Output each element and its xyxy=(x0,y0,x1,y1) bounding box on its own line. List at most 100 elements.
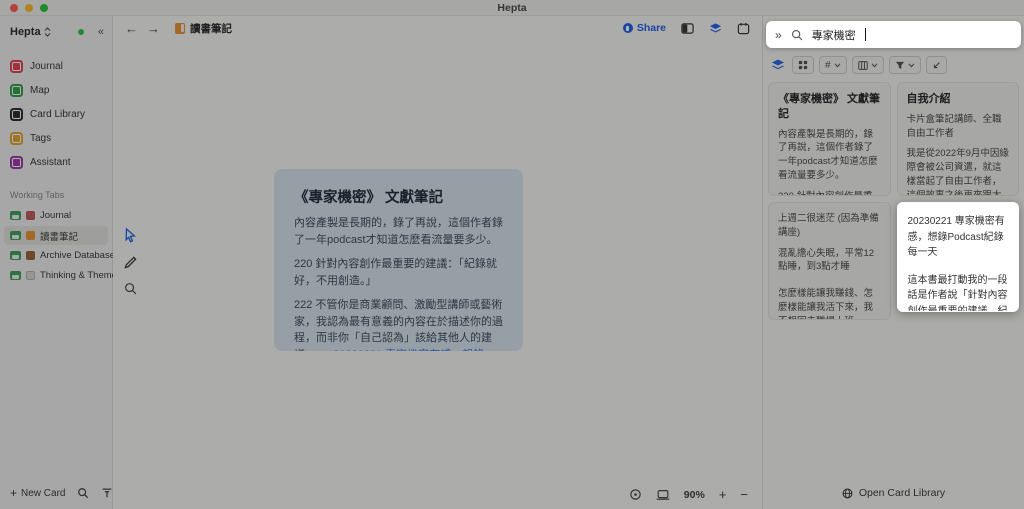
open-card-library-button[interactable]: Open Card Library xyxy=(763,479,1024,509)
note-card-text: 222 不管你是商業顧問、激勵型講師或藝術家，我認為最有意義的內容在於描述你的過… xyxy=(294,299,503,351)
zoom-level[interactable]: 90% xyxy=(684,489,705,501)
open-card-library-label: Open Card Library xyxy=(859,487,945,499)
working-tab-thinking-theme[interactable]: Thinking & Theme xyxy=(4,266,108,285)
locate-target-button[interactable] xyxy=(629,488,642,501)
text-caret xyxy=(865,28,867,41)
canvas-area[interactable]: ← → 讀書筆記 Share xyxy=(113,16,762,509)
share-icon xyxy=(623,23,633,33)
tab-window-icon xyxy=(10,231,21,240)
search-canvas-tool[interactable] xyxy=(124,282,137,295)
pen-tool[interactable] xyxy=(124,256,137,269)
card-search-panel: » 專家機密 # xyxy=(762,16,1024,509)
forward-button[interactable]: → xyxy=(147,21,160,36)
result-card-self-intro[interactable]: 自我介紹 卡片盒筆記講師、全職自由工作者 我是從2022年9月中因緣際會被公司資… xyxy=(897,82,1020,196)
canvas-statusbar: 90% + − xyxy=(629,487,748,502)
current-tab[interactable]: 讀書筆記 xyxy=(175,21,232,36)
note-card-paragraph: 220 針對內容創作最重要的建議：「紀錄就好，不用創造。」 xyxy=(294,256,503,289)
sidebar-item-card-library[interactable]: Card Library xyxy=(6,102,106,126)
sidebar-item-tags[interactable]: Tags xyxy=(6,126,106,150)
sidebar-item-label: Card Library xyxy=(30,109,85,120)
chevron-down-icon xyxy=(834,63,841,68)
hepta-app-window: Hepta Hepta « Journal Map xyxy=(0,0,1024,509)
result-card-literature-notes[interactable]: 《專家機密》 文獻筆記 內容產製是長期的，錄了再說，這個作者錄了一年podcas… xyxy=(768,82,891,196)
result-card-text: 混亂擔心失眠，平常12點睡，到3點才睡 xyxy=(778,247,881,275)
search-cards-button[interactable] xyxy=(77,487,89,499)
tag-filter-button[interactable]: # xyxy=(819,56,847,74)
collapse-sidebar-button[interactable]: « xyxy=(98,26,104,38)
sidebar-item-assistant[interactable]: Assistant xyxy=(6,150,106,174)
share-label: Share xyxy=(637,22,666,34)
assistant-icon xyxy=(10,156,23,169)
columns-filter-button[interactable] xyxy=(852,56,884,74)
sidebar-item-label: Map xyxy=(30,85,49,96)
tags-icon xyxy=(10,132,23,145)
result-card-text: 我是從2022年9月中因緣際會被公司資遣，就這樣當起了自由工作者，這個故事之後再… xyxy=(907,147,1010,196)
sidebar-nav: Journal Map Card Library Tags Assistant xyxy=(0,54,112,174)
layers-button[interactable] xyxy=(709,22,722,35)
result-card-text: 卡片盒筆記講師、全職自由工作者 xyxy=(907,113,1010,141)
calendar-button[interactable] xyxy=(737,22,750,35)
workspace-switcher[interactable]: Hepta « xyxy=(0,22,112,42)
result-card-text: 這本書最打動我的一段話是作者說「針對內容創作最重要的建議，紀錄就好，不用創造。」 xyxy=(908,273,1009,313)
sidebar-item-label: Journal xyxy=(30,61,63,72)
result-card-text: 20230221 專家機密有感，想錄Podcast紀錄每一天 xyxy=(908,214,1009,261)
share-button[interactable]: Share xyxy=(623,22,666,34)
sidebar-footer: + New Card xyxy=(0,478,112,509)
result-card-podcast-note-highlighted[interactable]: 20230221 專家機密有感，想錄Podcast紀錄每一天 這本書最打動我的一… xyxy=(897,202,1020,312)
sidebar-item-journal[interactable]: Journal xyxy=(6,54,106,78)
note-card-title: 《專家機密》 文獻筆記 xyxy=(294,186,503,207)
book-icon xyxy=(26,231,35,240)
result-card-title: 自我介紹 xyxy=(907,92,1010,107)
result-card-title: 《專家機密》 文獻筆記 xyxy=(778,92,881,122)
card-search-bar[interactable]: » 專家機密 xyxy=(766,21,1021,48)
result-card-confused-tuesday[interactable]: 上週二很迷茫 (因為準備講座) 混亂擔心失眠，平常12點睡，到3點才睡 怎麼樣能… xyxy=(768,202,891,320)
expand-panel-button[interactable]: » xyxy=(775,28,782,42)
journal-doc-icon xyxy=(26,211,35,220)
archive-box-icon xyxy=(26,251,35,260)
canvas-toolbar: ← → 讀書筆記 Share xyxy=(113,16,762,40)
result-card-text: 內容產製是長期的，錄了再說，這個作者錄了一年podcast才知道怎麼看流量要多少… xyxy=(778,128,881,183)
collapse-results-button[interactable] xyxy=(926,56,947,74)
filter-cards-button[interactable] xyxy=(101,487,113,499)
back-button[interactable]: ← xyxy=(125,21,138,36)
toggle-panel-button[interactable] xyxy=(681,22,694,35)
presentation-button[interactable] xyxy=(656,489,670,501)
search-input[interactable]: 專家機密 xyxy=(812,27,856,43)
hash-icon: # xyxy=(825,60,831,71)
book-icon xyxy=(175,23,185,34)
note-card-paragraph: 222 不管你是商業顧問、激勵型講師或藝術家，我認為最有意義的內容在於描述你的過… xyxy=(294,297,503,351)
working-tab-reading-notes[interactable]: 讀書筆記 xyxy=(4,226,108,245)
result-card-text: 220 針對內容創作最重要的建議：「紀錄就好，不用創造。」 xyxy=(778,190,881,196)
chevron-up-down-icon xyxy=(44,27,51,37)
canvas-tool-palette xyxy=(123,228,137,295)
working-tab-label: Thinking & Theme xyxy=(40,270,117,281)
filter-button[interactable] xyxy=(889,56,921,74)
working-tab-archive-database[interactable]: Archive Database xyxy=(4,246,108,265)
zoom-out-button[interactable]: − xyxy=(740,487,748,502)
chevron-down-icon xyxy=(871,63,878,68)
gallery-view-button[interactable] xyxy=(792,56,814,74)
note-card[interactable]: 《專家機密》 文獻筆記 內容產製是長期的，錄了再說，這個作者錄了一年podcas… xyxy=(274,169,523,351)
new-card-button[interactable]: + New Card xyxy=(10,486,65,500)
tab-window-icon xyxy=(10,251,21,260)
working-tab-label: Archive Database xyxy=(40,250,115,261)
titlebar: Hepta xyxy=(0,0,1024,16)
sidebar-item-label: Assistant xyxy=(30,157,71,168)
result-card-text: 上週二很迷茫 (因為準備講座) xyxy=(778,212,881,240)
library-view-button[interactable] xyxy=(769,56,787,74)
new-card-label: New Card xyxy=(21,488,65,499)
panel-filter-toolbar: # xyxy=(763,48,1024,80)
working-tab-label: 讀書筆記 xyxy=(40,229,78,243)
chevron-down-icon xyxy=(908,63,915,68)
tab-window-icon xyxy=(10,271,21,280)
journal-icon xyxy=(10,60,23,73)
card-library-icon xyxy=(10,108,23,121)
zoom-in-button[interactable]: + xyxy=(719,487,727,502)
tab-window-icon xyxy=(10,211,21,220)
plus-icon: + xyxy=(10,486,17,500)
working-tab-journal[interactable]: Journal xyxy=(4,206,108,225)
select-tool[interactable] xyxy=(123,228,137,243)
speech-bubble-icon xyxy=(26,271,35,280)
sidebar-item-map[interactable]: Map xyxy=(6,78,106,102)
map-icon xyxy=(10,84,23,97)
